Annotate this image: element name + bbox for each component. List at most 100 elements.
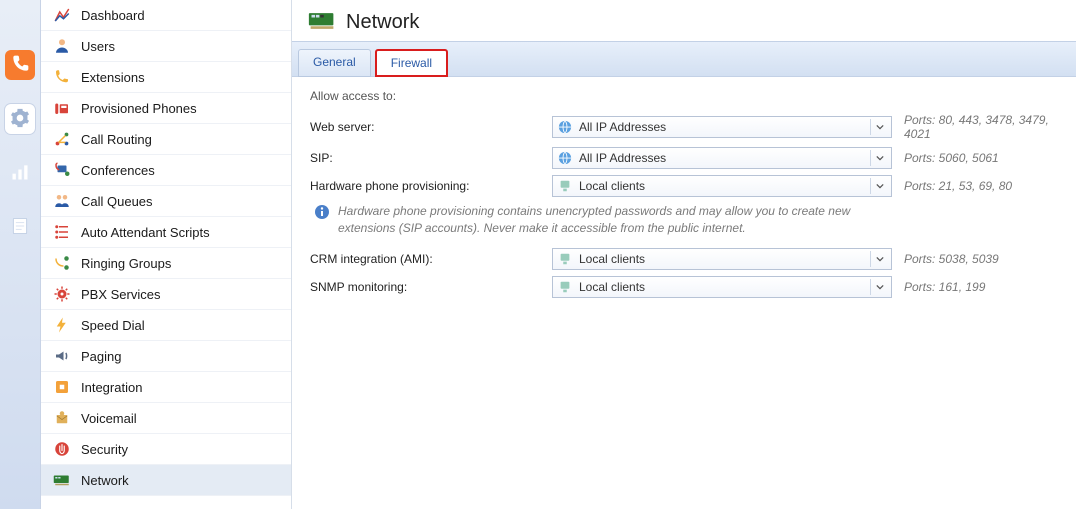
info-icon: [314, 204, 330, 225]
select-snmp-monitoring[interactable]: Local clients: [552, 276, 892, 298]
sidebar: Dashboard Users Extensions Provisioned P…: [41, 0, 292, 509]
handset-icon: [53, 68, 71, 86]
sidebar-item-label: Conferences: [81, 163, 155, 178]
field-label: SIP:: [310, 151, 540, 165]
sidebar-item-label: Auto Attendant Scripts: [81, 225, 210, 240]
ports-text: Ports: 5060, 5061: [904, 151, 999, 165]
globe-icon: [557, 119, 573, 135]
chevron-down-icon: [870, 251, 889, 267]
tabbar: General Firewall: [292, 41, 1076, 77]
row-web-server: Web server: All IP Addresses Ports: 80, …: [310, 113, 1058, 141]
sidebar-item-label: Call Routing: [81, 132, 152, 147]
local-icon: [557, 251, 573, 267]
sidebar-item-call-routing[interactable]: Call Routing: [41, 124, 291, 155]
phone-icon: [10, 54, 30, 77]
ports-text: Ports: 80, 443, 3478, 3479, 4021: [904, 113, 1058, 141]
select-value: All IP Addresses: [579, 151, 666, 165]
sidebar-item-integration[interactable]: Integration: [41, 372, 291, 403]
sidebar-item-auto-attendant[interactable]: Auto Attendant Scripts: [41, 217, 291, 248]
select-sip[interactable]: All IP Addresses: [552, 147, 892, 169]
voicemail-icon: [53, 409, 71, 427]
puzzle-icon: [53, 378, 71, 396]
select-value: Local clients: [579, 252, 645, 266]
sidebar-item-network[interactable]: Network: [41, 465, 291, 496]
script-icon: [53, 223, 71, 241]
sidebar-item-label: Extensions: [81, 70, 145, 85]
sidebar-item-speed-dial[interactable]: Speed Dial: [41, 310, 291, 341]
sidebar-item-call-queues[interactable]: Call Queues: [41, 186, 291, 217]
sidebar-item-provisioned-phones[interactable]: Provisioned Phones: [41, 93, 291, 124]
user-icon: [53, 37, 71, 55]
select-value: All IP Addresses: [579, 120, 666, 134]
sidebar-item-conferences[interactable]: Conferences: [41, 155, 291, 186]
sidebar-item-paging[interactable]: Paging: [41, 341, 291, 372]
sidebar-item-ringing-groups[interactable]: Ringing Groups: [41, 248, 291, 279]
sidebar-item-dashboard[interactable]: Dashboard: [41, 0, 291, 31]
tab-firewall[interactable]: Firewall: [375, 49, 448, 77]
select-value: Local clients: [579, 280, 645, 294]
row-crm-integration: CRM integration (AMI): Local clients Por…: [310, 248, 1058, 270]
sidebar-item-label: Security: [81, 442, 128, 457]
queue-icon: [53, 192, 71, 210]
bars-icon: [10, 162, 30, 185]
rail-phone[interactable]: [5, 50, 35, 80]
row-sip: SIP: All IP Addresses Ports: 5060, 5061: [310, 147, 1058, 169]
globe-icon: [557, 150, 573, 166]
tab-label: Firewall: [391, 56, 432, 70]
dashboard-icon: [53, 6, 71, 24]
rail-stats[interactable]: [5, 158, 35, 188]
tab-general[interactable]: General: [298, 49, 371, 77]
select-crm-integration[interactable]: Local clients: [552, 248, 892, 270]
info-text: Hardware phone provisioning contains une…: [338, 203, 898, 238]
rail-settings[interactable]: [5, 104, 35, 134]
ports-text: Ports: 5038, 5039: [904, 252, 999, 266]
select-web-server[interactable]: All IP Addresses: [552, 116, 892, 138]
main-panel: Network General Firewall Allow access to…: [292, 0, 1076, 509]
select-hardware-provisioning[interactable]: Local clients: [552, 175, 892, 197]
deskphone-icon: [53, 99, 71, 117]
sidebar-item-voicemail[interactable]: Voicemail: [41, 403, 291, 434]
sidebar-item-extensions[interactable]: Extensions: [41, 62, 291, 93]
hand-stop-icon: [53, 440, 71, 458]
sidebar-item-label: Ringing Groups: [81, 256, 171, 271]
page-header: Network: [292, 0, 1076, 41]
tab-label: General: [313, 55, 356, 69]
chevron-down-icon: [870, 150, 889, 166]
ports-text: Ports: 161, 199: [904, 280, 985, 294]
select-value: Local clients: [579, 179, 645, 193]
field-label: Hardware phone provisioning:: [310, 179, 540, 193]
chevron-down-icon: [870, 279, 889, 295]
sidebar-item-label: Network: [81, 473, 129, 488]
sidebar-item-label: Integration: [81, 380, 142, 395]
sidebar-item-label: Speed Dial: [81, 318, 145, 333]
field-label: Web server:: [310, 120, 540, 134]
sidebar-item-security[interactable]: Security: [41, 434, 291, 465]
sidebar-item-users[interactable]: Users: [41, 31, 291, 62]
sidebar-item-label: PBX Services: [81, 287, 160, 302]
routing-icon: [53, 130, 71, 148]
sidebar-item-label: Users: [81, 39, 115, 54]
nic-icon: [308, 10, 336, 35]
services-icon: [53, 285, 71, 303]
ports-text: Ports: 21, 53, 69, 80: [904, 179, 1012, 193]
rail-notes[interactable]: [5, 212, 35, 242]
left-rail: [0, 0, 41, 509]
sidebar-item-label: Voicemail: [81, 411, 137, 426]
chevron-down-icon: [870, 119, 889, 135]
sidebar-item-label: Dashboard: [81, 8, 145, 23]
local-icon: [557, 279, 573, 295]
section-label: Allow access to:: [310, 89, 1058, 103]
chevron-down-icon: [870, 178, 889, 194]
tab-content: Allow access to: Web server: All IP Addr…: [292, 77, 1076, 316]
speaker-icon: [53, 347, 71, 365]
row-hardware-provisioning: Hardware phone provisioning: Local clien…: [310, 175, 1058, 197]
bolt-icon: [53, 316, 71, 334]
field-label: CRM integration (AMI):: [310, 252, 540, 266]
row-snmp-monitoring: SNMP monitoring: Local clients Ports: 16…: [310, 276, 1058, 298]
gear-icon: [10, 108, 30, 131]
local-icon: [557, 178, 573, 194]
nic-icon: [53, 471, 71, 489]
sidebar-item-pbx-services[interactable]: PBX Services: [41, 279, 291, 310]
sidebar-item-label: Call Queues: [81, 194, 153, 209]
note-icon: [10, 216, 30, 239]
